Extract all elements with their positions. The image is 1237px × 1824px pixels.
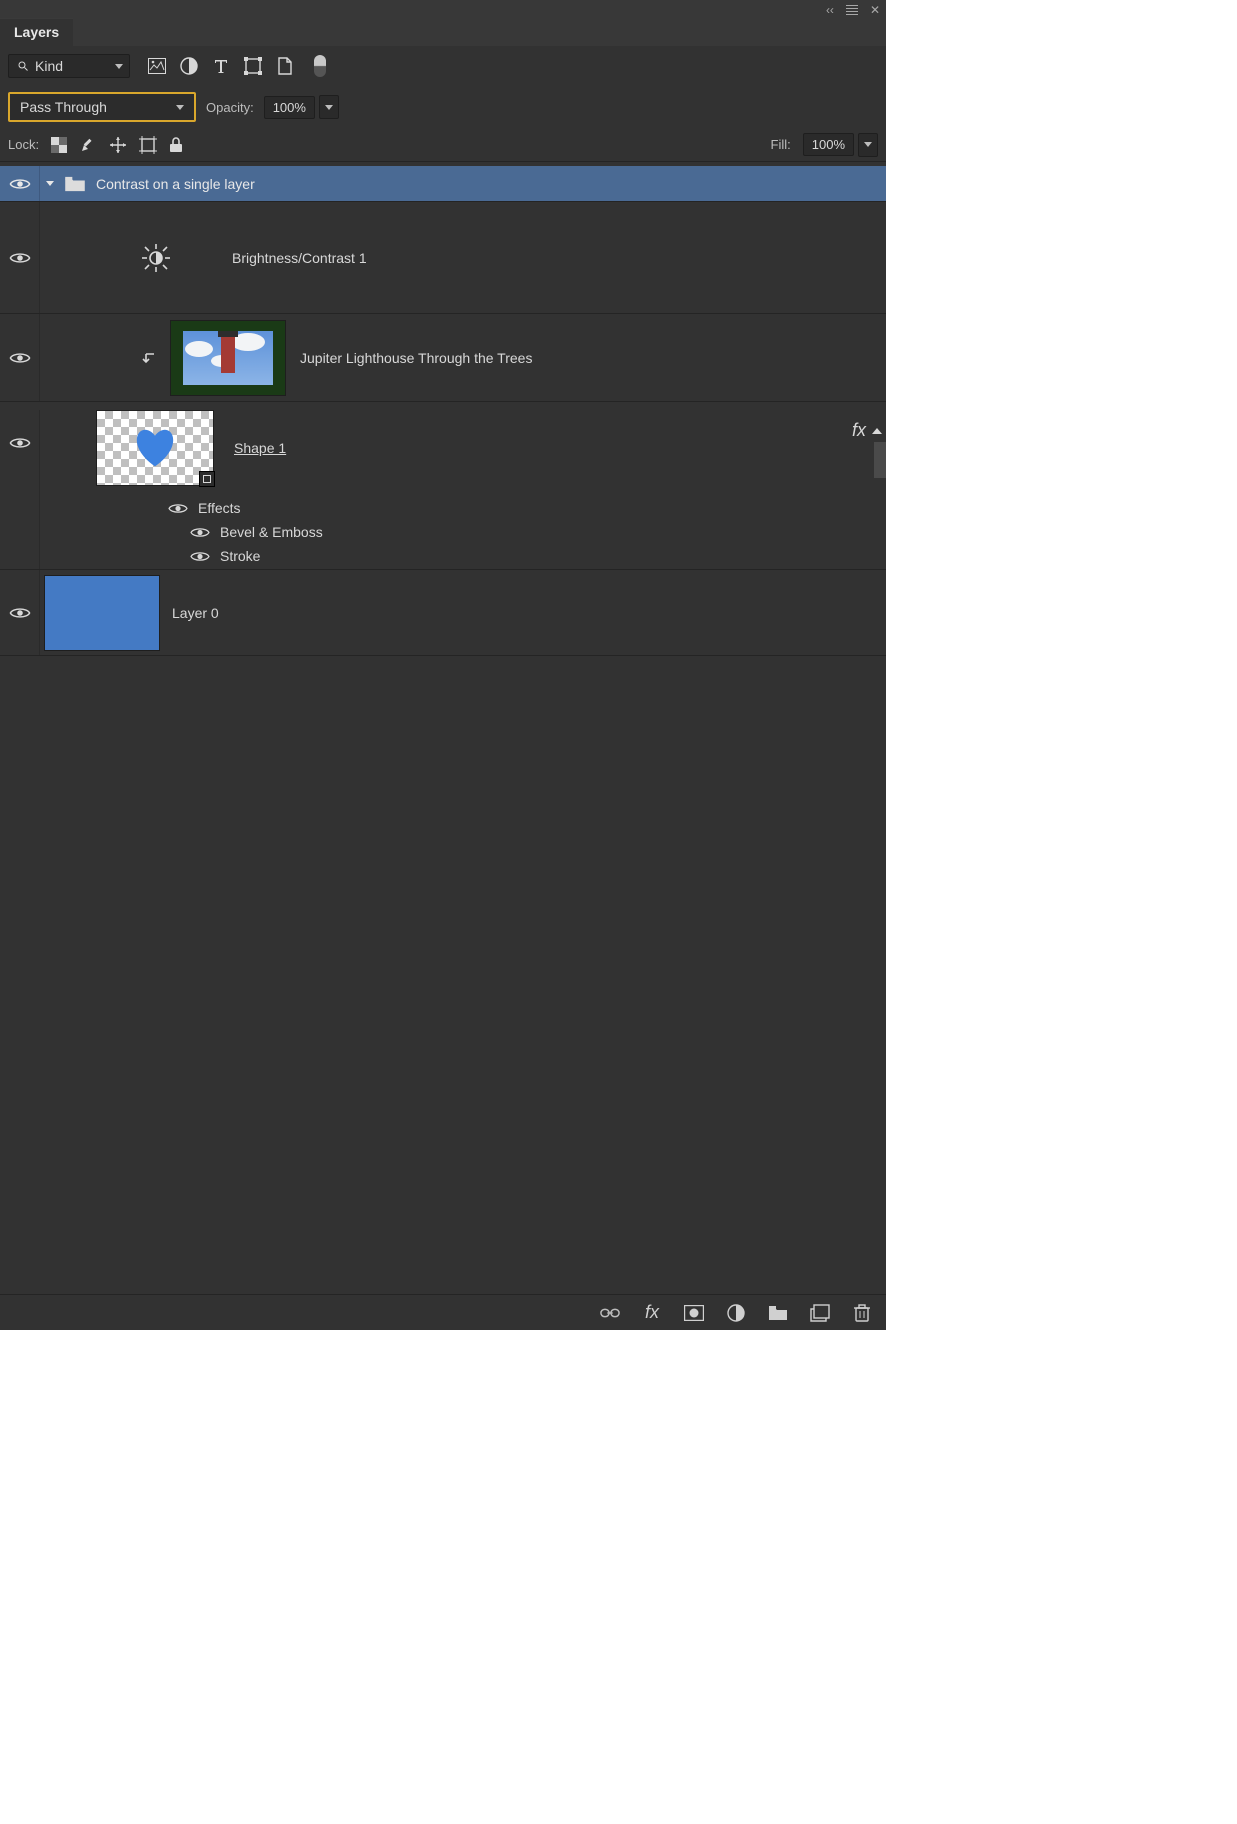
visibility-toggle-icon[interactable] <box>9 177 31 191</box>
panel-tabs: Layers <box>0 20 886 46</box>
layers-panel: ‹‹ ✕ Layers Kind <box>0 0 886 1330</box>
blend-mode-dropdown[interactable]: Pass Through <box>8 92 196 122</box>
opacity-input[interactable]: 100% <box>264 96 315 119</box>
filter-pixel-icon[interactable] <box>148 57 166 75</box>
clipping-mask-icon <box>140 350 156 366</box>
effect-item[interactable]: Bevel & Emboss <box>168 524 886 540</box>
effect-name: Bevel & Emboss <box>220 524 323 540</box>
delete-layer-icon[interactable] <box>852 1303 872 1323</box>
close-panel-icon[interactable]: ✕ <box>870 3 880 17</box>
chevron-down-icon <box>864 142 872 147</box>
fill-dropdown-button[interactable] <box>858 133 878 157</box>
layers-bottom-toolbar: fx <box>0 1294 886 1330</box>
chevron-down-icon <box>115 64 123 69</box>
effects-label: Effects <box>198 500 241 516</box>
effect-name: Stroke <box>220 548 260 564</box>
fill-label: Fill: <box>771 137 791 152</box>
effect-item[interactable]: Stroke <box>168 548 886 564</box>
lock-position-icon[interactable] <box>109 136 127 154</box>
blend-mode-value: Pass Through <box>20 99 107 115</box>
layer-name[interactable]: Contrast on a single layer <box>96 176 255 192</box>
fx-label: fx <box>645 1302 659 1323</box>
panel-window-bar: ‹‹ ✕ <box>0 0 886 20</box>
layer-thumbnail[interactable] <box>44 575 160 651</box>
layer-thumbnail[interactable] <box>96 410 214 486</box>
link-layers-icon[interactable] <box>600 1303 620 1323</box>
lock-label: Lock: <box>8 137 39 152</box>
opacity-dropdown-button[interactable] <box>319 95 339 119</box>
layer-name[interactable]: Brightness/Contrast 1 <box>232 250 367 266</box>
filter-toggle[interactable] <box>314 55 326 77</box>
visibility-toggle-icon[interactable] <box>9 606 31 620</box>
visibility-toggle-icon[interactable] <box>9 436 31 450</box>
layer-name[interactable]: Layer 0 <box>172 605 219 621</box>
visibility-toggle-icon[interactable] <box>9 351 31 365</box>
visibility-toggle-icon[interactable] <box>190 526 210 539</box>
filter-shape-icon[interactable] <box>244 57 262 75</box>
filter-adjustment-icon[interactable] <box>180 57 198 75</box>
fx-indicator[interactable]: fx <box>852 420 882 441</box>
filter-smartobject-icon[interactable] <box>276 57 294 75</box>
filter-type-icon[interactable] <box>212 57 230 75</box>
effects-header[interactable]: Effects <box>168 500 886 516</box>
shape-layer-row[interactable]: Shape 1 Effects Bevel & Emboss Stroke <box>0 402 886 570</box>
search-icon <box>17 60 29 72</box>
fill-input[interactable]: 100% <box>803 133 854 156</box>
folder-icon <box>64 176 86 192</box>
new-layer-icon[interactable] <box>810 1303 830 1323</box>
layer-list: Contrast on a single layer Brightness/Co… <box>0 166 886 656</box>
layer-name[interactable]: Shape 1 <box>234 440 286 456</box>
filter-kind-dropdown[interactable]: Kind <box>8 54 130 78</box>
lock-artboard-icon[interactable] <box>139 136 157 154</box>
new-adjustment-layer-icon[interactable] <box>726 1303 746 1323</box>
blend-options-row: Pass Through Opacity: 100% <box>0 86 886 128</box>
pixel-layer-row[interactable]: Layer 0 <box>0 570 886 656</box>
fx-label: fx <box>852 420 866 441</box>
brightness-contrast-icon <box>140 242 172 274</box>
lock-pixels-icon[interactable] <box>79 136 97 154</box>
vector-badge-icon <box>199 471 215 487</box>
filter-kind-label: Kind <box>35 58 63 74</box>
opacity-label: Opacity: <box>206 100 254 115</box>
chevron-up-icon <box>872 428 882 434</box>
layer-group-row[interactable]: Contrast on a single layer <box>0 166 886 202</box>
tab-layers[interactable]: Layers <box>0 18 73 46</box>
visibility-toggle-icon[interactable] <box>168 502 188 515</box>
visibility-toggle-icon[interactable] <box>9 251 31 265</box>
layer-thumbnail[interactable] <box>170 320 286 396</box>
chevron-down-icon <box>176 105 184 110</box>
collapse-panel-icon[interactable]: ‹‹ <box>826 3 834 17</box>
clipped-image-layer-row[interactable]: Jupiter Lighthouse Through the Trees <box>0 314 886 402</box>
layer-filter-row: Kind <box>0 46 886 86</box>
fx-side-handle[interactable] <box>874 442 886 478</box>
visibility-toggle-icon[interactable] <box>190 550 210 563</box>
adjustment-layer-row[interactable]: Brightness/Contrast 1 <box>0 202 886 314</box>
lock-transparency-icon[interactable] <box>51 137 67 153</box>
add-mask-icon[interactable] <box>684 1303 704 1323</box>
layer-name[interactable]: Jupiter Lighthouse Through the Trees <box>300 350 532 366</box>
chevron-down-icon <box>325 105 333 110</box>
new-group-icon[interactable] <box>768 1303 788 1323</box>
lock-all-icon[interactable] <box>169 137 183 153</box>
heart-shape-icon <box>131 424 179 468</box>
group-disclosure-icon[interactable] <box>46 181 54 186</box>
panel-menu-icon[interactable] <box>846 5 858 15</box>
lock-options-row: Lock: Fill: 100% <box>0 128 886 162</box>
layer-style-icon[interactable]: fx <box>642 1303 662 1323</box>
